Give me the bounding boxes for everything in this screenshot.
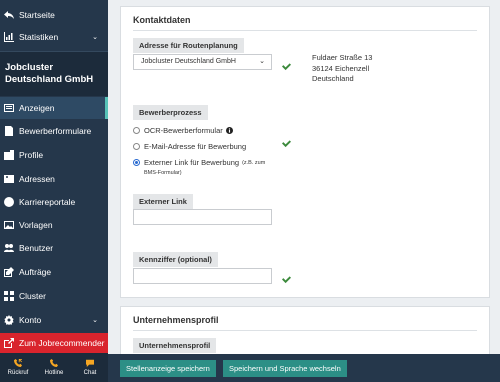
external-link-icon [4,338,14,348]
sidebar-item-label: Konto [19,315,42,325]
grid-icon [4,291,14,301]
chevron-down-icon: ⌄ [92,34,98,41]
bar-chart-icon [4,32,14,42]
check-icon [282,58,291,71]
edit-icon [4,267,14,277]
card-title: Kontaktdaten [133,15,191,25]
chevron-down-icon: ⌄ [259,58,265,65]
sidebar-item-forms[interactable]: Bewerberformulare [0,120,108,142]
sidebar-item-account[interactable]: Konto ⌄ [0,309,108,331]
sidebar-item-templates[interactable]: Vorlagen [0,214,108,236]
scrollbar[interactable] [492,0,500,354]
option-label: Externer Link für Bewerbung [144,158,240,167]
chevron-down-icon: ⌄ [92,317,98,324]
reference-number-input[interactable] [133,268,272,284]
users-icon [4,243,14,253]
option-external-link[interactable]: Externer Link für Bewerbung (z.B. zum [133,158,265,167]
route-address-value: Jobcluster Deutschland GmbH [141,58,236,65]
sidebar-item-orders[interactable]: Aufträge [0,261,108,283]
external-link-label: Externer Link [133,194,193,209]
company-name: Jobcluster Deutschland GmbH [0,52,108,96]
option-ocr-form[interactable]: OCR-Bewerberformular [133,126,233,135]
sidebar-item-label: Statistiken [19,32,59,42]
company-profile-label: Unternehmensprofil [133,338,217,353]
address-country: Deutschland [312,74,354,83]
option-hint: (z.B. zum [242,159,266,166]
jobrecommender-link[interactable]: Zum Jobrecommender [0,333,108,353]
sidebar-item-cluster[interactable]: Cluster [0,285,108,307]
phone-callback-icon [14,359,22,367]
reference-number-label: Kennziffer (optional) [133,252,218,267]
building-icon [4,150,14,160]
reply-arrow-icon [4,10,14,20]
document-icon [4,126,14,136]
sidebar-item-ads[interactable]: Anzeigen [0,97,108,119]
radio-button[interactable] [133,127,140,134]
action-bar: Stellenanzeige speichern Speichern und S… [108,354,500,382]
address-city: 36124 Eichenzell [312,63,370,73]
radio-button-selected[interactable] [133,159,140,166]
sidebar-item-home[interactable]: Startseite [0,4,108,26]
address-card-icon [4,174,14,184]
chat-button[interactable]: Chat [72,353,108,382]
card-title: Unternehmensprofil [133,315,219,325]
sidebar-item-label: Startseite [19,10,55,20]
sidebar-item-label: Benutzer [19,243,54,253]
gear-icon [4,315,14,325]
hotline-button[interactable]: Hotline [36,353,72,382]
callback-button[interactable]: Rückruf [0,353,36,382]
phone-icon [50,359,58,367]
sidebar-item-profiles[interactable]: Profile [0,144,108,166]
image-icon [4,220,14,230]
check-icon [282,271,291,284]
process-label: Bewerberprozess [133,105,208,120]
option-hint-continued: BMS-Formular) [144,170,182,176]
chat-label: Chat [83,370,97,376]
sidebar-item-career-portals[interactable]: Karriereportale [0,191,108,213]
divider [133,330,477,331]
globe-icon [4,197,14,207]
info-icon[interactable] [225,127,233,134]
sidebar-item-statistics[interactable]: Statistiken ⌄ [0,26,108,48]
contact-card: Kontaktdaten Adresse für Routenplanung J… [120,6,490,298]
support-bar: Rückruf Hotline Chat [0,353,108,382]
save-ad-button[interactable]: Stellenanzeige speichern [120,360,216,377]
sidebar: Startseite Statistiken ⌄ Jobcluster Deut… [0,0,108,382]
sidebar-item-addresses[interactable]: Adressen [0,168,108,190]
sidebar-item-label: Cluster [19,291,46,301]
list-icon [4,103,14,113]
route-address-label: Adresse für Routenplanung [133,38,244,53]
chat-icon [86,359,94,367]
address-block: Fuldaer Straße 13 36124 Eichenzell Deuts… [312,53,372,85]
main-content: Kontaktdaten Adresse für Routenplanung J… [108,0,500,382]
route-address-select[interactable]: Jobcluster Deutschland GmbH ⌄ [133,54,272,70]
save-and-switch-language-button[interactable]: Speichern und Sprache wechseln [223,360,347,377]
sidebar-item-users[interactable]: Benutzer [0,237,108,259]
external-link-input[interactable] [133,209,272,225]
sidebar-item-label: Anzeigen [19,103,55,113]
sidebar-item-label: Bewerberformulare [19,126,92,136]
divider [133,30,477,31]
sidebar-item-label: Profile [19,150,44,160]
callback-label: Rückruf [7,370,29,376]
option-email[interactable]: E-Mail-Adresse für Bewerbung [133,142,246,151]
address-street: Fuldaer Straße 13 [312,53,373,62]
hotline-label: Hotline [44,370,64,376]
sidebar-item-label: Vorlagen [19,220,53,230]
sidebar-item-label: Aufträge [19,267,52,277]
jobrecommender-label: Zum Jobrecommender [19,338,105,348]
radio-button[interactable] [133,143,140,150]
option-label: E-Mail-Adresse für Bewerbung [144,142,247,151]
option-label: OCR-Bewerberformular [144,126,223,135]
sidebar-item-label: Adressen [19,174,55,184]
sidebar-item-label: Karriereportale [19,197,76,207]
check-icon [282,135,291,148]
